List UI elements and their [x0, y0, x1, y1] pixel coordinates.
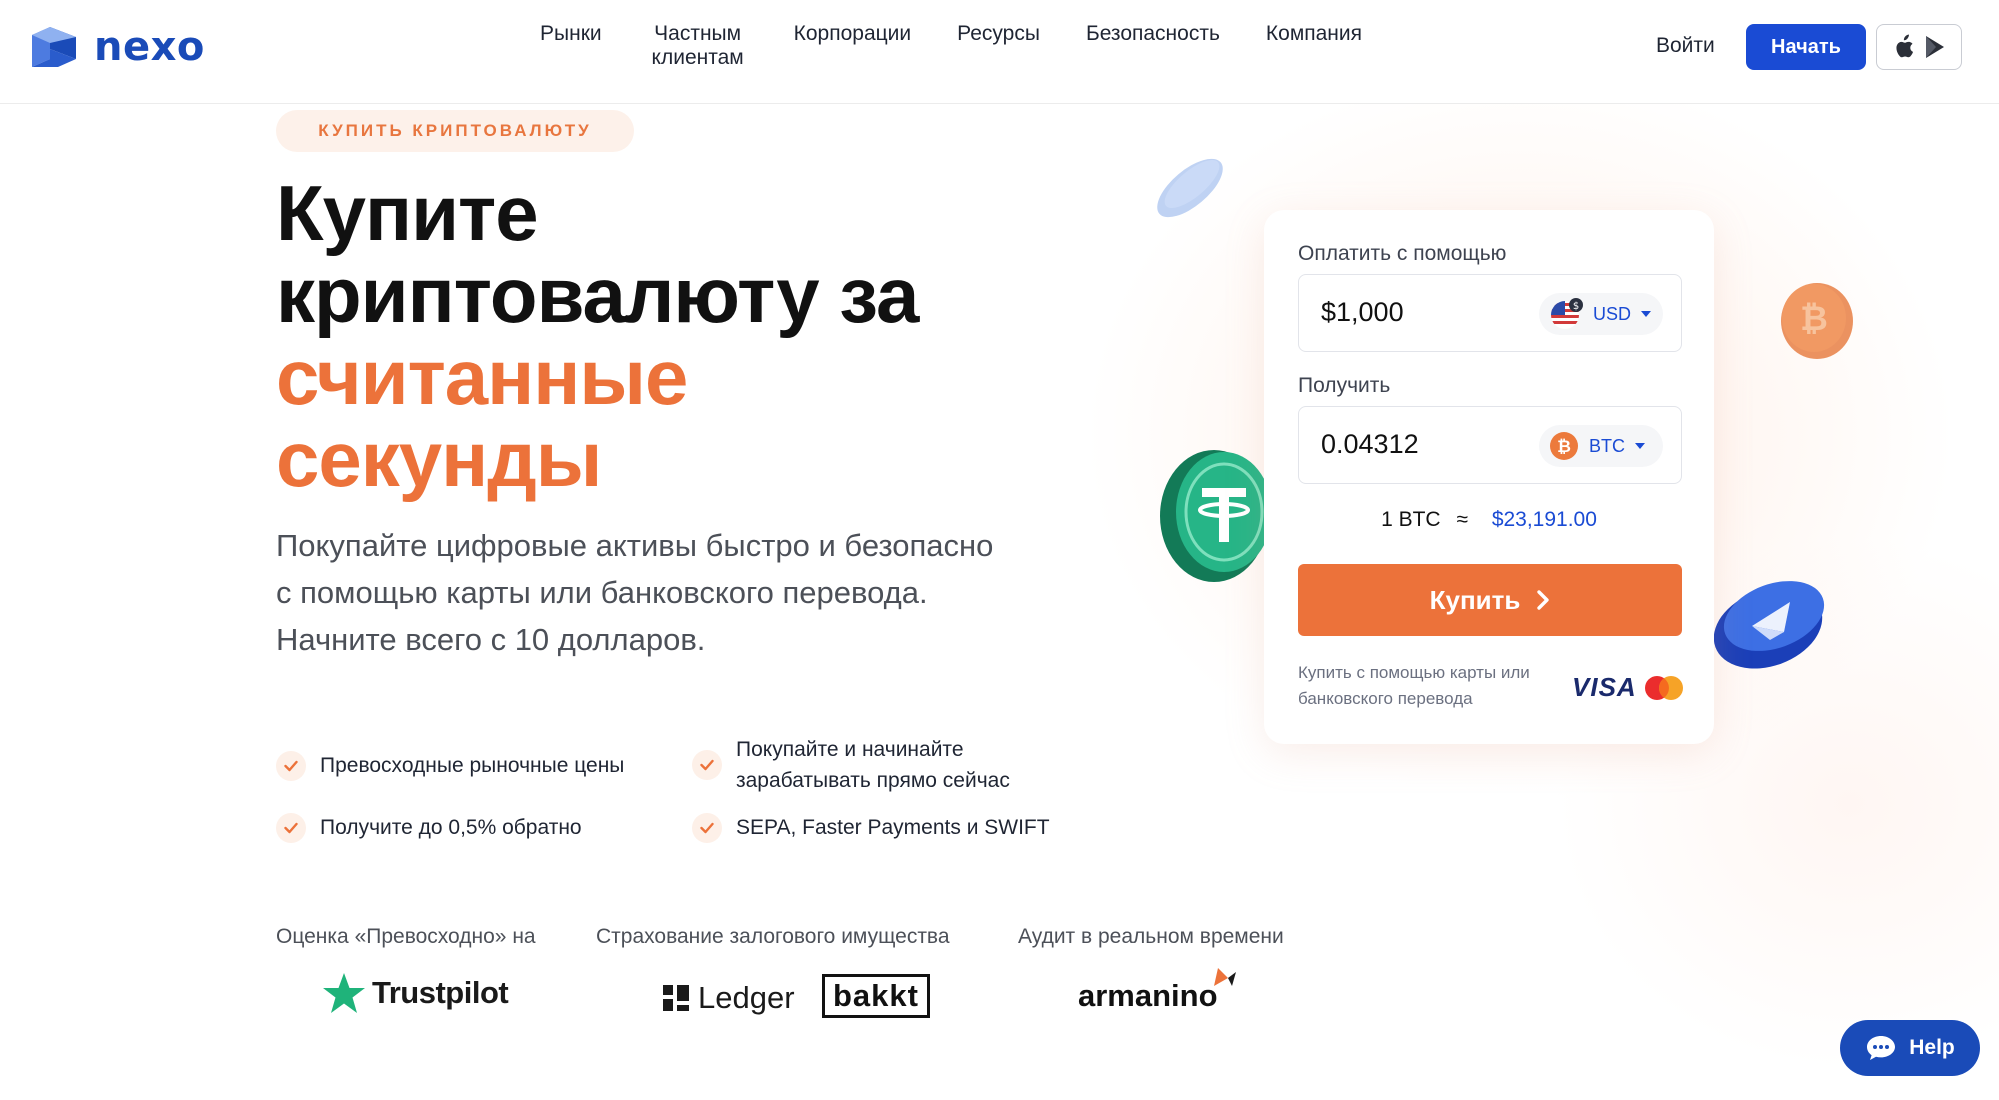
chat-bubble-icon — [1867, 1036, 1896, 1060]
rate-base: 1 BTC — [1381, 508, 1441, 531]
buy-button[interactable]: Купить — [1298, 564, 1682, 636]
help-label: Help — [1909, 1036, 1955, 1059]
nav-resources[interactable]: Ресурсы — [957, 22, 1040, 70]
trustpilot-text: Trustpilot — [372, 975, 509, 1010]
feature-text: SEPA, Faster Payments и SWIFT — [736, 816, 1050, 839]
insurance-label: Страхование залогового имущества — [596, 925, 950, 948]
tether-coin-icon — [1160, 450, 1268, 582]
bakkt-text: bakkt — [833, 978, 919, 1013]
armanino-text: armanino — [1078, 978, 1218, 1013]
feature-item: Покупайте и начинайте зарабатывать прямо… — [692, 734, 1072, 796]
receive-currency-code: BTC — [1589, 435, 1625, 456]
feature-item: Получите до 0,5% обратно — [276, 812, 676, 843]
nexo-logo[interactable]: nexo — [28, 24, 205, 70]
svg-text:$: $ — [1573, 301, 1579, 312]
chevron-right-icon — [1537, 590, 1550, 610]
receive-label: Получить — [1298, 374, 1391, 397]
check-icon — [276, 813, 306, 843]
nav-personal[interactable]: Частным клиентам — [648, 22, 748, 70]
exchange-rate: 1 BTC ≈ $23,191.00 — [1264, 508, 1714, 532]
nav-markets[interactable]: Рынки — [540, 22, 602, 70]
start-button[interactable]: Начать — [1746, 24, 1866, 70]
feature-text: Превосходные рыночные цены — [320, 754, 625, 777]
check-icon — [692, 813, 722, 843]
buy-widget: Оплатить с помощью $1,000 $ USD Получить — [1264, 210, 1714, 744]
armanino-mark-icon — [1214, 968, 1236, 986]
hero-title-line1: Купите — [276, 169, 539, 257]
rate-value: $23,191.00 — [1491, 508, 1597, 531]
feature-item: Превосходные рыночные цены — [276, 750, 676, 781]
app-store-buttons[interactable] — [1876, 24, 1962, 70]
nav-business[interactable]: Корпорации — [794, 22, 912, 70]
main-nav: Рынки Частным клиентам Корпорации Ресурс… — [540, 22, 1362, 70]
buy-crypto-tag: КУПИТЬ КРИПТОВАЛЮТУ — [276, 110, 634, 152]
visa-logo: VISA — [1572, 672, 1637, 702]
mastercard-icon — [1645, 676, 1683, 700]
hero-title-accent-line2: секунды — [276, 415, 602, 503]
brand-name: nexo — [94, 24, 205, 70]
pay-currency-select[interactable]: $ USD — [1539, 293, 1663, 335]
check-icon — [692, 750, 722, 780]
nav-security[interactable]: Безопасность — [1086, 22, 1220, 70]
bitcoin-icon: ₿ — [1550, 432, 1578, 460]
check-icon — [276, 751, 306, 781]
hero-lead: Покупайте цифровые активы быстро и безоп… — [276, 528, 994, 657]
help-chat-button[interactable]: Help — [1840, 1020, 1980, 1076]
receive-amount-field[interactable]: 0.04312 ₿ BTC — [1298, 406, 1682, 484]
svg-text:₿: ₿ — [1800, 299, 1828, 339]
blue-token-coin-icon — [1713, 581, 1825, 669]
nav-company[interactable]: Компания — [1266, 22, 1362, 70]
google-play-icon[interactable] — [1924, 35, 1946, 59]
feature-item: SEPA, Faster Payments и SWIFT — [692, 812, 1092, 843]
receive-currency-select[interactable]: ₿ BTC — [1539, 425, 1663, 467]
site-header: nexo Рынки Частным клиентам Корпорации Р… — [0, 0, 1999, 104]
hero-title-line2: криптовалюту за — [276, 251, 919, 339]
bitcoin-coin-icon: ₿ — [1781, 283, 1853, 359]
svg-text:₿: ₿ — [1557, 437, 1571, 457]
bakkt-logo[interactable]: bakkt — [822, 974, 930, 1018]
login-link[interactable]: Войти — [1656, 34, 1715, 58]
audit-label: Аудит в реальном времени — [1018, 925, 1284, 948]
usd-flag-icon: $ — [1551, 298, 1583, 329]
pay-amount-field[interactable]: $1,000 $ USD — [1298, 274, 1682, 352]
receive-amount-value[interactable]: 0.04312 — [1321, 429, 1419, 460]
chevron-down-icon — [1635, 443, 1645, 449]
coin-blue-blur-icon — [1157, 158, 1223, 218]
ledger-logo[interactable]: Ledger — [662, 980, 795, 1016]
nexo-logo-icon — [32, 27, 76, 67]
trustpilot-logo[interactable]: Trustpilot — [322, 972, 509, 1014]
hero-title: Купите криптовалюту за считанные секунды — [276, 172, 1036, 500]
pay-label: Оплатить с помощью — [1298, 242, 1507, 265]
payment-methods-note: Купить с помощью карты или банковского п… — [1298, 663, 1530, 708]
hero-title-accent-line1: считанные — [276, 333, 688, 421]
pay-amount-value[interactable]: $1,000 — [1321, 297, 1404, 328]
ledger-icon — [663, 985, 689, 1011]
feature-text: Получите до 0,5% обратно — [320, 816, 582, 839]
apple-icon[interactable] — [1892, 34, 1914, 60]
star-icon — [323, 973, 365, 1013]
feature-text: Покупайте и начинайте зарабатывать прямо… — [736, 738, 1010, 792]
rating-label: Оценка «Превосходно» на — [276, 925, 536, 948]
rate-approx: ≈ — [1456, 508, 1468, 531]
ledger-text: Ledger — [698, 980, 795, 1015]
pay-currency-code: USD — [1593, 303, 1632, 324]
chevron-down-icon — [1641, 311, 1652, 317]
buy-button-label: Купить — [1429, 584, 1521, 615]
